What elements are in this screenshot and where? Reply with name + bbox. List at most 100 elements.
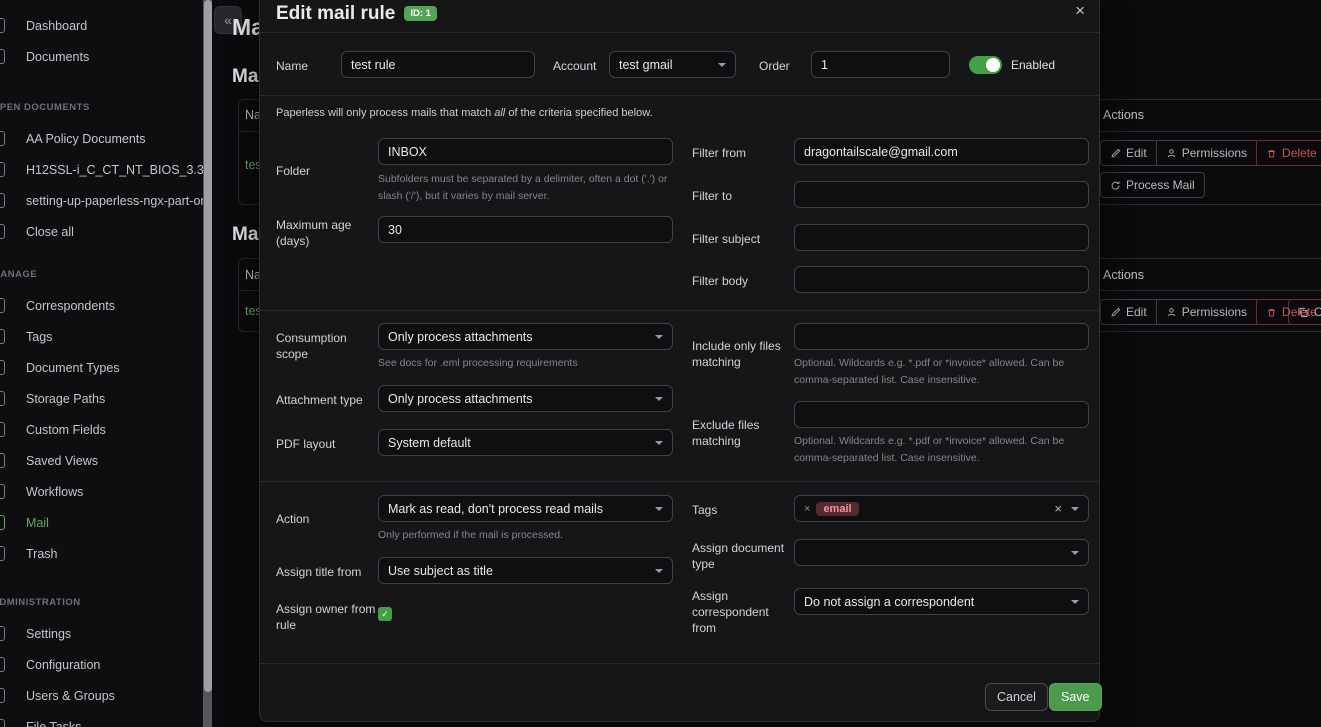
- attachment-type-select[interactable]: Only process attachments: [378, 385, 673, 412]
- column-header-actions: Actions: [1103, 108, 1144, 122]
- consumption-scope-hint: See docs for .eml processing requirement…: [378, 355, 678, 372]
- sidebar-item-close-all[interactable]: Close all: [0, 216, 203, 247]
- chevron-down-icon: [718, 63, 726, 67]
- enabled-toggle[interactable]: [969, 56, 1002, 74]
- scrollbar-thumb[interactable]: [204, 0, 212, 692]
- assign-title-select[interactable]: Use subject as title: [378, 557, 673, 584]
- order-label: Order: [759, 58, 803, 74]
- account-select[interactable]: test gmail: [609, 51, 736, 78]
- chevron-down-icon: [655, 335, 663, 339]
- chevron-double-left-icon: «: [224, 12, 232, 28]
- chevron-down-icon: [655, 397, 663, 401]
- assign-title-label: Assign title from: [276, 564, 380, 580]
- sidebar-item-label: Document Types: [26, 361, 120, 375]
- sidebar: Dashboard Documents OPEN DOCUMENTS AA Po…: [0, 0, 203, 727]
- tag-icon: [0, 329, 5, 344]
- folder-icon: [0, 391, 5, 406]
- assign-owner-checkbox[interactable]: ✓: [378, 607, 392, 621]
- sidebar-item-correspondents[interactable]: Correspondents: [0, 290, 203, 321]
- delete-button[interactable]: Delete: [1256, 140, 1321, 166]
- sidebar-item-tags[interactable]: Tags: [0, 321, 203, 352]
- filter-to-input[interactable]: [794, 181, 1089, 208]
- sidebar-item-custom-fields[interactable]: Custom Fields: [0, 414, 203, 445]
- exclude-files-input[interactable]: [794, 401, 1089, 428]
- sidebar-item-label: Custom Fields: [26, 423, 106, 437]
- sidebar-item-documents[interactable]: Documents: [0, 41, 203, 72]
- sidebar-item-saved-views[interactable]: Saved Views: [0, 445, 203, 476]
- wrench-icon: [0, 657, 5, 672]
- sidebar-item-label: Users & Groups: [26, 689, 115, 703]
- process-mail-group: Process Mail: [1100, 172, 1205, 198]
- process-mail-button[interactable]: Process Mail: [1100, 172, 1205, 198]
- app-root: Dashboard Documents OPEN DOCUMENTS AA Po…: [0, 0, 1321, 727]
- sidebar-item-dashboard[interactable]: Dashboard: [0, 10, 203, 41]
- clear-icon[interactable]: ×: [1054, 501, 1062, 516]
- documents-icon: [0, 49, 5, 64]
- sidebar-item-label: File Tasks: [26, 720, 81, 727]
- sidebar-item-trash[interactable]: Trash: [0, 538, 203, 569]
- sidebar-item-label: Tags: [26, 330, 52, 344]
- tag-chip-email: email: [816, 502, 858, 516]
- filter-subject-input[interactable]: [794, 224, 1089, 251]
- pencil-icon: [1110, 307, 1121, 318]
- eye-icon: [0, 453, 5, 468]
- sidebar-item-h12ssl-doc[interactable]: H12SSL-i_C_CT_NT_BIOS_3.3_rele...: [0, 154, 203, 185]
- gear-icon: [0, 626, 5, 641]
- trash-icon: [0, 546, 5, 561]
- chevron-down-icon: [1071, 600, 1079, 604]
- cancel-button[interactable]: Cancel: [985, 683, 1048, 711]
- people-icon: [0, 688, 5, 703]
- action-select[interactable]: Mark as read, don't process read mails: [378, 495, 673, 522]
- sidebar-item-label: Documents: [26, 50, 89, 64]
- name-input[interactable]: [341, 51, 535, 78]
- trash-icon: [1266, 307, 1277, 318]
- filter-from-input[interactable]: [794, 138, 1089, 165]
- dialog-title: Edit mail ruleID: 1: [276, 3, 437, 25]
- id-badge: ID: 1: [404, 6, 437, 21]
- sidebar-section-manage: MANAGE: [0, 259, 203, 290]
- filter-body-input[interactable]: [794, 266, 1089, 293]
- sidebar-item-configuration[interactable]: Configuration: [0, 649, 203, 680]
- sidebar-item-label: setting-up-paperless-ngx-part-one: [26, 194, 203, 208]
- consumption-scope-select[interactable]: Only process attachments: [378, 323, 673, 350]
- sidebar-item-mail[interactable]: Mail: [0, 507, 203, 538]
- max-age-input[interactable]: [378, 216, 673, 243]
- sidebar-item-file-tasks[interactable]: File Tasks: [0, 711, 203, 727]
- action-hint: Only performed if the mail is processed.: [378, 527, 678, 544]
- sidebar-item-users-groups[interactable]: Users & Groups: [0, 680, 203, 711]
- assign-doc-type-select[interactable]: [794, 539, 1089, 566]
- pdf-layout-select[interactable]: System default: [378, 429, 673, 456]
- pdf-layout-label: PDF layout: [276, 436, 380, 452]
- permissions-button[interactable]: Permissions: [1156, 140, 1257, 166]
- sidebar-item-document-types[interactable]: Document Types: [0, 352, 203, 383]
- sidebar-item-label: AA Policy Documents: [26, 132, 146, 146]
- sidebar-item-workflows[interactable]: Workflows: [0, 476, 203, 507]
- sidebar-section-administration: ADMINISTRATION: [0, 587, 203, 618]
- chevron-down-icon: [655, 441, 663, 445]
- folder-input[interactable]: [378, 138, 673, 165]
- save-button[interactable]: Save: [1049, 683, 1102, 711]
- delete-button[interactable]: Delete: [1256, 299, 1321, 325]
- tags-select[interactable]: × email ×: [794, 495, 1089, 522]
- tags-label: Tags: [692, 502, 796, 518]
- tag-remove-icon[interactable]: ×: [804, 503, 810, 515]
- assign-correspondent-label: Assign correspondent from: [692, 588, 796, 636]
- edit-button[interactable]: Edit: [1100, 140, 1157, 166]
- include-files-hint: Optional. Wildcards e.g. *.pdf or *invoi…: [794, 355, 1094, 389]
- main-scrollbar[interactable]: [203, 0, 212, 727]
- sidebar-item-settings[interactable]: Settings: [0, 618, 203, 649]
- permissions-button[interactable]: Permissions: [1156, 299, 1257, 325]
- sidebar-item-storage-paths[interactable]: Storage Paths: [0, 383, 203, 414]
- check-icon: ✓: [381, 609, 389, 620]
- edit-mail-rule-dialog: Edit mail ruleID: 1 × Name Account test …: [259, 0, 1100, 722]
- close-icon[interactable]: ×: [1075, 1, 1085, 21]
- include-files-input[interactable]: [794, 323, 1089, 350]
- assign-correspondent-select[interactable]: Do not assign a correspondent: [794, 588, 1089, 615]
- include-files-label: Include only files matching: [692, 338, 796, 370]
- edit-button[interactable]: Edit: [1100, 299, 1157, 325]
- envelope-icon: [0, 515, 5, 530]
- sidebar-item-setting-up-paperless[interactable]: setting-up-paperless-ngx-part-one: [0, 185, 203, 216]
- sidebar-item-aa-policy-documents[interactable]: AA Policy Documents: [0, 123, 203, 154]
- order-input[interactable]: [811, 51, 950, 78]
- sidebar-item-label: H12SSL-i_C_CT_NT_BIOS_3.3_rele...: [26, 163, 203, 177]
